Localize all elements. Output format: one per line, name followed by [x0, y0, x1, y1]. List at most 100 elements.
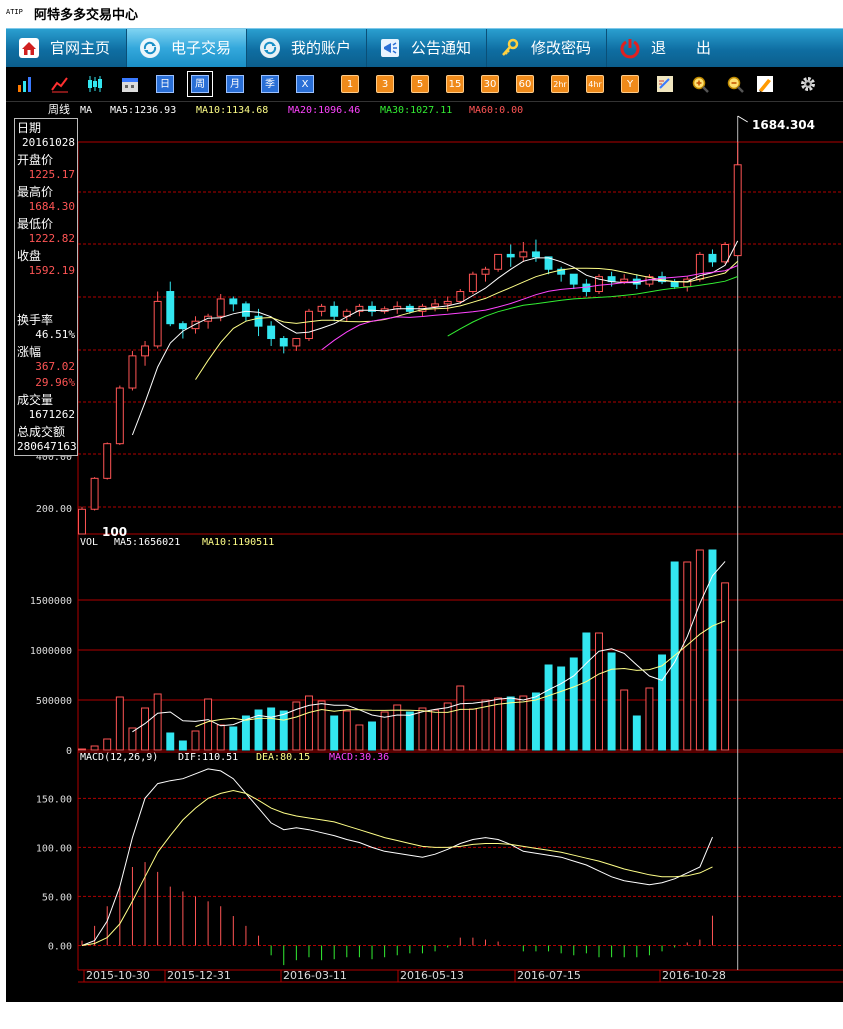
bar-chart-icon[interactable] — [16, 75, 34, 93]
nav-tab-account[interactable]: 我的账户 — [247, 29, 367, 67]
power-icon — [620, 39, 640, 59]
exchange-icon — [140, 38, 160, 58]
nav-tab-password[interactable]: 修改密码 — [487, 29, 607, 67]
candle-body — [721, 244, 730, 263]
minute-3-button[interactable]: 3 — [376, 75, 394, 93]
volume-bar — [368, 721, 376, 751]
volume-bar — [620, 689, 629, 751]
info-amount: 280647163 — [17, 440, 77, 453]
ma10-legend: MA10:1134.68 — [196, 105, 268, 116]
kline-chart[interactable]: 200.00 400.00 0 500000 1000000 1500000 0.00 50.… — [6, 102, 843, 1002]
info-change-label: 涨幅 — [17, 345, 42, 359]
line-chart-icon[interactable] — [51, 75, 69, 93]
ma-label: MA — [80, 105, 92, 116]
candle-body — [531, 251, 540, 258]
candle-body — [443, 300, 452, 305]
info-change: 367.02 — [35, 360, 75, 373]
quote-info-panel: 日期 20161028 开盘价 1225.17 最高价 1684.30 最低价 … — [14, 118, 78, 456]
info-amount-label: 总成交额 — [17, 425, 66, 439]
macd-label: MACD(12,26,9) — [80, 752, 158, 763]
pencil-icon[interactable] — [756, 75, 774, 93]
info-volume: 1671262 — [28, 408, 75, 421]
chart-toolbar: 日 周 月 季 X 1 3 5 15 30 60 2hr 4hr Y — [6, 67, 843, 102]
macd-ytick: 150.00 — [36, 794, 72, 805]
period-week-button[interactable]: 周 — [187, 71, 213, 97]
volume-bar — [506, 696, 515, 751]
x-tick-label: 2015-10-30 — [86, 969, 150, 982]
zoom-out-icon[interactable] — [726, 75, 744, 93]
candle-body — [229, 298, 238, 305]
period-season-button[interactable]: 季 — [261, 75, 279, 93]
period-month-button[interactable]: 月 — [226, 75, 244, 93]
x-tick-label: 2016-10-28 — [662, 969, 726, 982]
info-date: 20161028 — [22, 136, 75, 149]
nav-tab-notice[interactable]: 公告通知 — [367, 29, 487, 67]
volume-bar — [153, 693, 162, 751]
volume-bar — [204, 698, 213, 751]
candle-body — [481, 268, 490, 275]
x-tick-label: 2016-05-13 — [400, 969, 464, 982]
volume-bar — [90, 745, 99, 751]
key-icon — [502, 38, 519, 56]
candle-body — [178, 323, 187, 330]
year-button[interactable]: Y — [621, 75, 639, 93]
ma20-legend: MA20:1096.46 — [288, 105, 360, 116]
candle-body — [494, 253, 503, 270]
volume-bar — [178, 740, 187, 751]
volume-bar — [166, 732, 175, 751]
volume-bar — [582, 632, 591, 751]
draw-icon[interactable] — [656, 75, 674, 93]
minute-1-button[interactable]: 1 — [341, 75, 359, 93]
high-marker: 1684.304 — [752, 118, 815, 132]
hour-4-button[interactable]: 4hr — [586, 75, 604, 93]
candle-body — [216, 298, 225, 317]
candle-body — [279, 338, 288, 347]
candle-body — [267, 325, 276, 340]
x-tick-label: 2015-12-31 — [167, 969, 231, 982]
nav-tab-home[interactable]: 官网主页 — [6, 29, 127, 67]
zoom-in-icon[interactable] — [691, 75, 709, 93]
info-close: 1592.19 — [28, 264, 75, 277]
info-high-label: 最高价 — [17, 185, 54, 199]
nav-tab-logout[interactable]: 退 出 — [607, 29, 727, 67]
volume-bar — [229, 726, 238, 751]
candle-body — [670, 281, 679, 288]
volume-bar — [279, 710, 288, 751]
volume-bar — [305, 695, 313, 751]
nav-tab-trade[interactable]: 电子交易 — [127, 29, 247, 67]
candle-body — [506, 253, 515, 258]
candlestick-icon[interactable] — [86, 75, 104, 93]
minute-60-button[interactable]: 60 — [516, 75, 534, 93]
info-change-pct: 29.96% — [35, 376, 75, 389]
candle-body — [115, 387, 124, 445]
volume-bar — [141, 707, 150, 751]
candle-body — [708, 253, 717, 263]
macd-ytick: 0.00 — [48, 941, 72, 952]
volume-bar — [431, 709, 440, 751]
info-volume-label: 成交量 — [17, 393, 54, 407]
volume-bar — [355, 724, 364, 751]
volume-bar — [721, 582, 730, 751]
period-x-button[interactable]: X — [296, 75, 314, 93]
volume-bar — [78, 748, 86, 751]
macd-value-legend: MACD:30.36 — [329, 752, 389, 763]
period-day-button[interactable]: 日 — [156, 75, 174, 93]
main-nav: 官网主页 电子交易 我的账户 公告通知 修改密码 退 出 — [6, 28, 843, 67]
volume-bar — [544, 664, 553, 751]
macd-ytick: 100.00 — [36, 843, 72, 854]
period-label: 周线 — [48, 102, 70, 116]
volume-ytick: 0 — [66, 746, 72, 757]
info-turnover: 46.51% — [35, 328, 75, 341]
calendar-icon[interactable] — [121, 75, 139, 93]
hour-2-button[interactable]: 2hr — [551, 75, 569, 93]
minute-5-button[interactable]: 5 — [411, 75, 429, 93]
ma30-legend: MA30:1027.11 — [380, 105, 452, 116]
minute-30-button[interactable]: 30 — [481, 75, 499, 93]
gear-icon[interactable] — [799, 75, 817, 93]
candle-body — [317, 305, 326, 312]
volume-bar — [103, 738, 112, 751]
minute-15-button[interactable]: 15 — [446, 75, 464, 93]
volume-ytick: 1000000 — [30, 646, 72, 657]
home-icon — [19, 38, 39, 58]
volume-bar — [405, 711, 414, 751]
